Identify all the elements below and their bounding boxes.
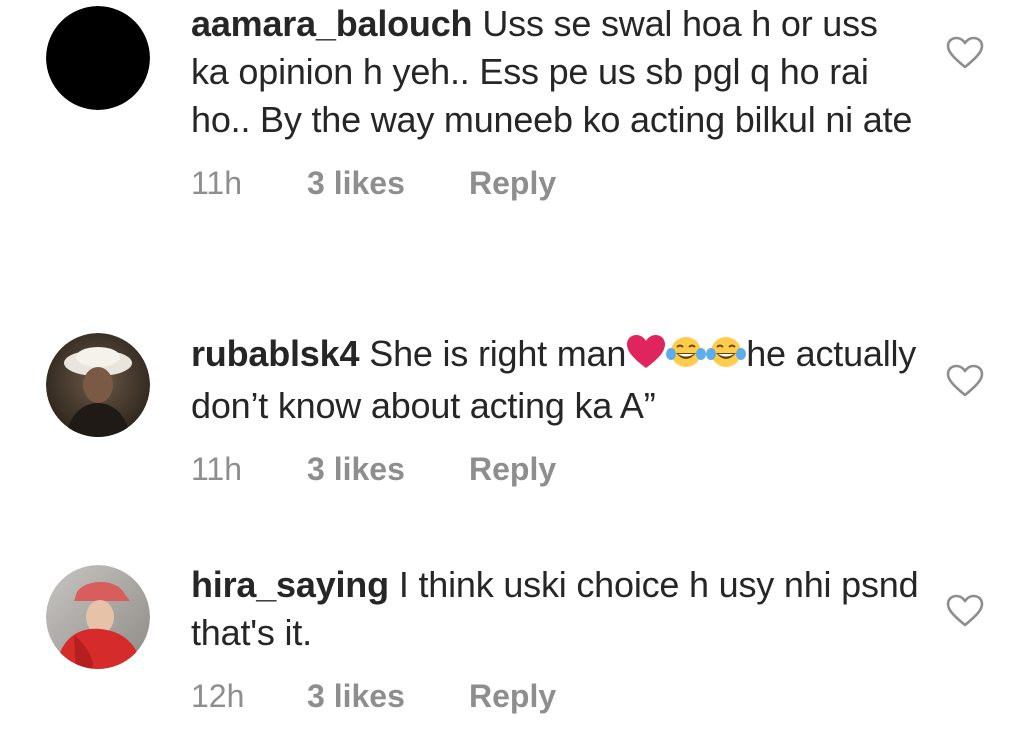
- like-heart-icon[interactable]: [946, 36, 984, 70]
- comment-body: hira_saying I think uski choice h usy nhi…: [191, 561, 921, 715]
- red-heart-emoji: [626, 334, 666, 382]
- comment-likes[interactable]: 3 likes: [307, 678, 469, 715]
- comment-text: hira_saying I think uski choice h usy nhi…: [191, 561, 921, 657]
- comment-body: aamara_balouch Uss se swal hoa h or uss k…: [191, 0, 921, 202]
- reply-button[interactable]: Reply: [469, 451, 556, 488]
- comment-likes[interactable]: 3 likes: [307, 165, 469, 202]
- reply-button[interactable]: Reply: [469, 165, 556, 202]
- tears-of-joy-emoji: [666, 334, 707, 382]
- comment-text: aamara_balouch Uss se swal hoa h or uss k…: [191, 0, 921, 144]
- comment-likes[interactable]: 3 likes: [307, 451, 469, 488]
- reply-button[interactable]: Reply: [469, 678, 556, 715]
- comment-username[interactable]: aamara_balouch: [191, 3, 473, 44]
- comment-time: 12h: [191, 678, 245, 714]
- tears-of-joy-emoji: [706, 334, 747, 382]
- comment-username[interactable]: hira_saying: [191, 564, 389, 605]
- like-heart-icon[interactable]: [946, 364, 984, 398]
- comment-body: rubablsk4 She is right man he actually don…: [191, 330, 921, 488]
- comment-content: She is right man: [369, 333, 627, 374]
- comment-username[interactable]: rubablsk4: [191, 333, 359, 374]
- comment-meta: 12h 3 likes Reply: [191, 678, 921, 715]
- like-heart-icon[interactable]: [946, 594, 984, 628]
- comment-time: 11h: [191, 451, 243, 487]
- comment-time: 11h: [191, 165, 243, 201]
- comment-text: rubablsk4 She is right man he actually don…: [191, 330, 921, 430]
- avatar[interactable]: [46, 565, 150, 669]
- avatar[interactable]: [46, 333, 150, 437]
- comment-meta: 11h 3 likes Reply: [191, 451, 921, 488]
- comment-meta: 11h 3 likes Reply: [191, 165, 921, 202]
- avatar[interactable]: [46, 6, 150, 110]
